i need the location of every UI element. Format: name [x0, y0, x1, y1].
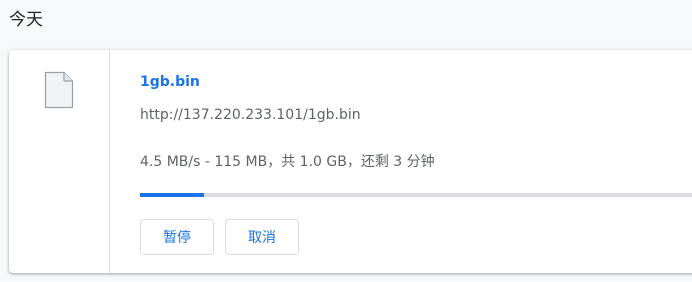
pause-button[interactable]: 暂停 — [140, 219, 214, 255]
progress-bar-fill — [140, 193, 205, 197]
file-icon — [44, 71, 74, 109]
cancel-button[interactable]: 取消 — [225, 219, 299, 255]
file-url: http://137.220.233.101/1gb.bin — [140, 107, 361, 123]
file-icon-column — [9, 50, 110, 273]
download-status: 4.5 MB/s - 115 MB，共 1.0 GB，还剩 3 分钟 — [140, 154, 435, 170]
file-name-link[interactable]: 1gb.bin — [140, 74, 200, 90]
progress-bar — [140, 193, 692, 197]
download-details: 1gb.bin http://137.220.233.101/1gb.bin 4… — [140, 50, 692, 273]
download-card: 1gb.bin http://137.220.233.101/1gb.bin 4… — [9, 50, 692, 273]
date-section-header: 今天 — [9, 10, 43, 30]
